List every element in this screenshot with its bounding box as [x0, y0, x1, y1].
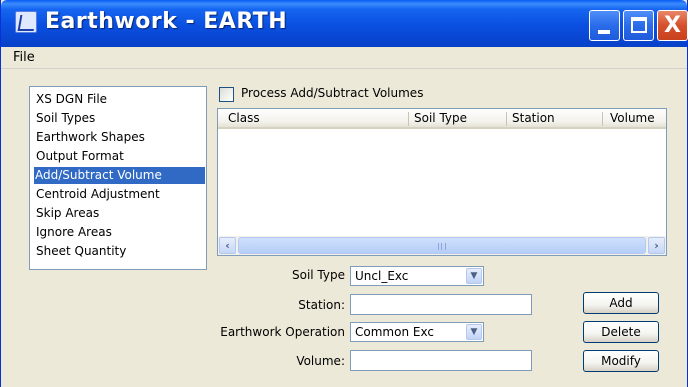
process-volumes-label[interactable]: Process Add/Subtract Volumes [241, 86, 423, 100]
soil-type-label: Soil Type [291, 268, 345, 282]
station-field[interactable] [350, 294, 532, 315]
column-header-soil-type[interactable]: Soil Type [414, 111, 467, 125]
list-item-xs-dgn-file[interactable]: XS DGN File [35, 91, 107, 108]
chevron-down-icon[interactable]: ▼ [466, 268, 482, 284]
earthwork-app-icon[interactable] [15, 11, 37, 33]
column-header-class[interactable]: Class [228, 111, 260, 125]
process-volumes-checkbox[interactable] [219, 87, 234, 102]
close-icon: X [664, 13, 681, 38]
list-item-soil-types[interactable]: Soil Types [35, 110, 95, 127]
section-list[interactable]: XS DGN File Soil Types Earthwork Shapes … [29, 86, 207, 270]
title-bar[interactable]: Earthwork - EARTH X [1, 0, 688, 47]
list-item-sheet-quantity[interactable]: Sheet Quantity [35, 243, 126, 260]
table-header: Class Soil Type Station Volume [218, 109, 666, 129]
arrow-right-icon[interactable]: › [648, 237, 665, 254]
station-label: Station: [298, 298, 345, 312]
earthwork-window: Earthwork - EARTH X File XS DGN File Soi… [0, 0, 688, 387]
scrollbar-thumb[interactable] [238, 237, 646, 254]
column-divider[interactable] [408, 112, 409, 126]
earthwork-operation-dropdown[interactable]: Common Exc ▼ [350, 322, 484, 342]
close-button[interactable]: X [657, 10, 688, 41]
menu-bar: File [1, 47, 687, 69]
menu-file[interactable]: File [13, 50, 35, 65]
list-item-earthwork-shapes[interactable]: Earthwork Shapes [35, 129, 145, 146]
column-header-volume[interactable]: Volume [610, 111, 655, 125]
grip-icon [438, 243, 446, 250]
window-title: Earthwork - EARTH [45, 9, 288, 34]
arrow-left-icon[interactable]: ‹ [219, 237, 236, 254]
column-divider[interactable] [602, 112, 603, 126]
earthwork-operation-value: Common Exc [355, 325, 434, 339]
column-header-station[interactable]: Station [512, 111, 555, 125]
add-button[interactable]: Add [583, 292, 659, 314]
earthwork-operation-label: Earthwork Operation [220, 325, 345, 339]
delete-button[interactable]: Delete [583, 321, 659, 343]
volume-field[interactable] [350, 350, 532, 371]
list-item-ignore-areas[interactable]: Ignore Areas [35, 224, 112, 241]
minimize-button[interactable] [589, 10, 620, 41]
list-item-centroid-adjustment[interactable]: Centroid Adjustment [35, 186, 160, 203]
list-item-output-format[interactable]: Output Format [35, 148, 124, 165]
chevron-down-icon[interactable]: ▼ [466, 324, 482, 340]
maximize-button[interactable] [623, 10, 654, 41]
soil-type-dropdown[interactable]: Uncl_Exc ▼ [350, 266, 484, 286]
minimize-icon [598, 30, 610, 34]
list-item-add-subtract-volume[interactable]: Add/Subtract Volume [34, 167, 205, 184]
modify-button[interactable]: Modify [583, 350, 659, 372]
list-item-skip-areas[interactable]: Skip Areas [35, 205, 99, 222]
volume-table[interactable]: Class Soil Type Station Volume ‹ › [217, 108, 667, 256]
maximize-icon [631, 17, 647, 33]
volume-label: Volume: [296, 354, 345, 368]
soil-type-value: Uncl_Exc [355, 269, 409, 283]
column-divider[interactable] [506, 112, 507, 126]
horizontal-scrollbar[interactable]: ‹ › [218, 236, 666, 255]
